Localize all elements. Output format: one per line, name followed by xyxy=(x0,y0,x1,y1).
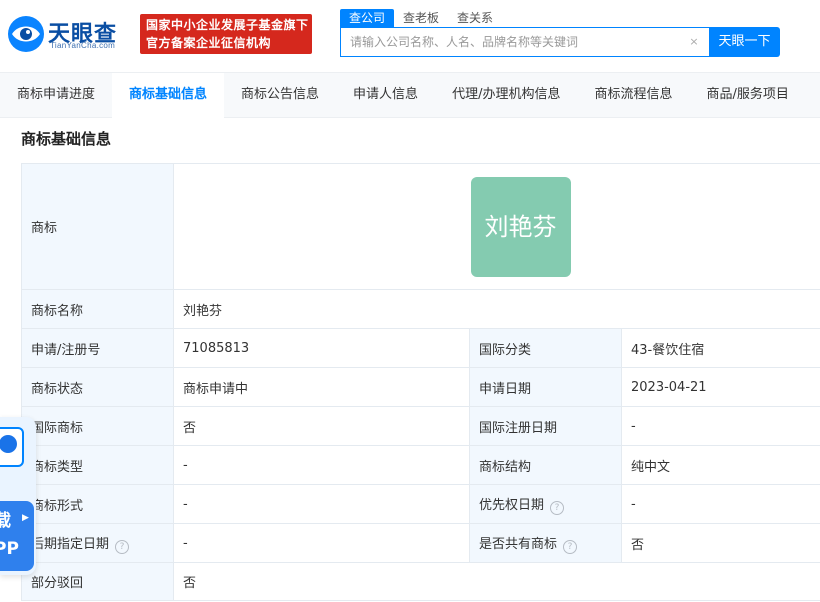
shared-tm-value: 否 xyxy=(620,523,820,563)
tab-agency-info[interactable]: 代理/办理机构信息 xyxy=(435,73,577,118)
intl-tm-label: 国际商标 xyxy=(21,406,174,446)
tm-form-label: 商标形式 xyxy=(21,484,174,524)
priority-date-value: - xyxy=(620,484,820,524)
intl-tm-value: 否 xyxy=(173,406,470,446)
partial-reject-label: 部分驳回 xyxy=(21,562,174,601)
tm-struct-value: 纯中文 xyxy=(620,445,820,485)
tm-type-label: 商标类型 xyxy=(21,445,174,485)
priority-date-label-cell: 优先权日期? xyxy=(469,484,622,524)
shared-tm-label: 是否共有商标 xyxy=(479,536,558,552)
app-download-label: 载 PP xyxy=(0,501,34,571)
table-row: 商标类型 - 商标结构 纯中文 xyxy=(21,445,820,485)
table-row: 国际商标 否 国际注册日期 - xyxy=(21,406,820,446)
apply-date-label: 申请日期 xyxy=(469,367,622,407)
apply-date-value: 2023-04-21 xyxy=(620,367,820,407)
trademark-logo-cell: 刘艳芬 xyxy=(172,163,820,290)
question-icon[interactable]: ? xyxy=(563,539,578,554)
table-row: 商标状态 商标申请中 申请日期 2023-04-21 xyxy=(21,367,820,407)
table-row: 申请/注册号 71085813 国际分类 43-餐饮住宿 xyxy=(21,328,820,368)
table-row: 商标 刘艳芬 xyxy=(21,163,820,290)
clear-icon[interactable]: × xyxy=(688,36,700,48)
banner-line-2: 官方备案企业征信机构 xyxy=(146,36,272,50)
tm-struct-label: 商标结构 xyxy=(469,445,622,485)
app-download-line-2: PP xyxy=(0,539,19,559)
trademark-name-label: 商标名称 xyxy=(21,289,174,329)
trademark-section-nav: 商标申请进度 商标基础信息 商标公告信息 申请人信息 代理/办理机构信息 商标流… xyxy=(0,72,820,119)
partial-reject-value: 否 xyxy=(172,562,820,601)
tab-process-info[interactable]: 商标流程信息 xyxy=(577,73,689,118)
official-banner[interactable]: 国家中小企业发展子基金旗下 官方备案企业征信机构 xyxy=(140,14,312,54)
search-tab-boss[interactable]: 查老板 xyxy=(394,9,448,27)
section-title: 商标基础信息 xyxy=(21,130,112,148)
intl-reg-date-label: 国际注册日期 xyxy=(469,406,622,446)
intl-class-label: 国际分类 xyxy=(469,328,622,368)
status-value: 商标申请中 xyxy=(173,367,470,407)
banner-line-1: 国家中小企业发展子基金旗下 xyxy=(146,18,309,32)
tm-type-value: - xyxy=(173,445,470,485)
tm-form-value: - xyxy=(173,484,470,524)
trademark-info-table: 商标 刘艳芬 商标名称 刘艳芬 申请/注册号 71085813 国际分类 43-… xyxy=(21,163,820,601)
reg-no-value: 71085813 xyxy=(173,328,470,368)
trademark-name-value: 刘艳芬 xyxy=(172,289,820,329)
table-row: 商标形式 - 优先权日期? - xyxy=(21,484,820,524)
search-input[interactable] xyxy=(341,28,681,56)
play-arrow-icon: ▶ xyxy=(22,513,29,523)
tab-goods-services[interactable]: 商品/服务项目 xyxy=(689,73,805,118)
priority-date-label: 优先权日期 xyxy=(479,497,545,513)
tianyancha-eye-icon xyxy=(8,16,44,52)
search-button[interactable]: 天眼一下 xyxy=(709,27,780,57)
search-type-tabs: 查公司 查老板 查关系 xyxy=(340,9,502,27)
search-tab-relation[interactable]: 查关系 xyxy=(448,9,502,27)
tab-applicant-info[interactable]: 申请人信息 xyxy=(336,73,435,118)
app-icon xyxy=(0,427,24,467)
search-tab-company[interactable]: 查公司 xyxy=(340,9,395,27)
top-header: 天眼查 TianYanCha.com 国家中小企业发展子基金旗下 官方备案企业征… xyxy=(0,0,820,64)
brand-domain: TianYanCha.com xyxy=(50,41,116,50)
question-icon[interactable]: ? xyxy=(550,500,565,515)
search-box: × xyxy=(340,27,710,57)
intl-reg-date-value: - xyxy=(620,406,820,446)
table-row: 部分驳回 否 xyxy=(21,562,820,601)
app-download-float[interactable]: 载 PP ▶ xyxy=(0,417,36,575)
tab-basic-info[interactable]: 商标基础信息 xyxy=(112,73,225,119)
later-date-label: 后期指定日期 xyxy=(31,536,110,552)
status-label: 商标状态 xyxy=(21,367,174,407)
reg-no-label: 申请/注册号 xyxy=(21,328,174,368)
later-date-label-cell: 后期指定日期? xyxy=(21,523,174,563)
brand-logo[interactable]: 天眼查 TianYanCha.com xyxy=(6,14,132,54)
trademark-logo-label: 商标 xyxy=(21,163,174,290)
table-row: 商标名称 刘艳芬 xyxy=(21,289,820,329)
shared-tm-label-cell: 是否共有商标? xyxy=(469,523,622,563)
intl-class-value: 43-餐饮住宿 xyxy=(620,328,820,368)
question-icon[interactable]: ? xyxy=(115,539,130,554)
table-row: 后期指定日期? - 是否共有商标? 否 xyxy=(21,523,820,563)
tab-application-progress[interactable]: 商标申请进度 xyxy=(0,73,112,118)
tab-announcement-info[interactable]: 商标公告信息 xyxy=(224,73,336,118)
later-date-value: - xyxy=(173,523,470,563)
trademark-image[interactable]: 刘艳芬 xyxy=(470,176,571,277)
